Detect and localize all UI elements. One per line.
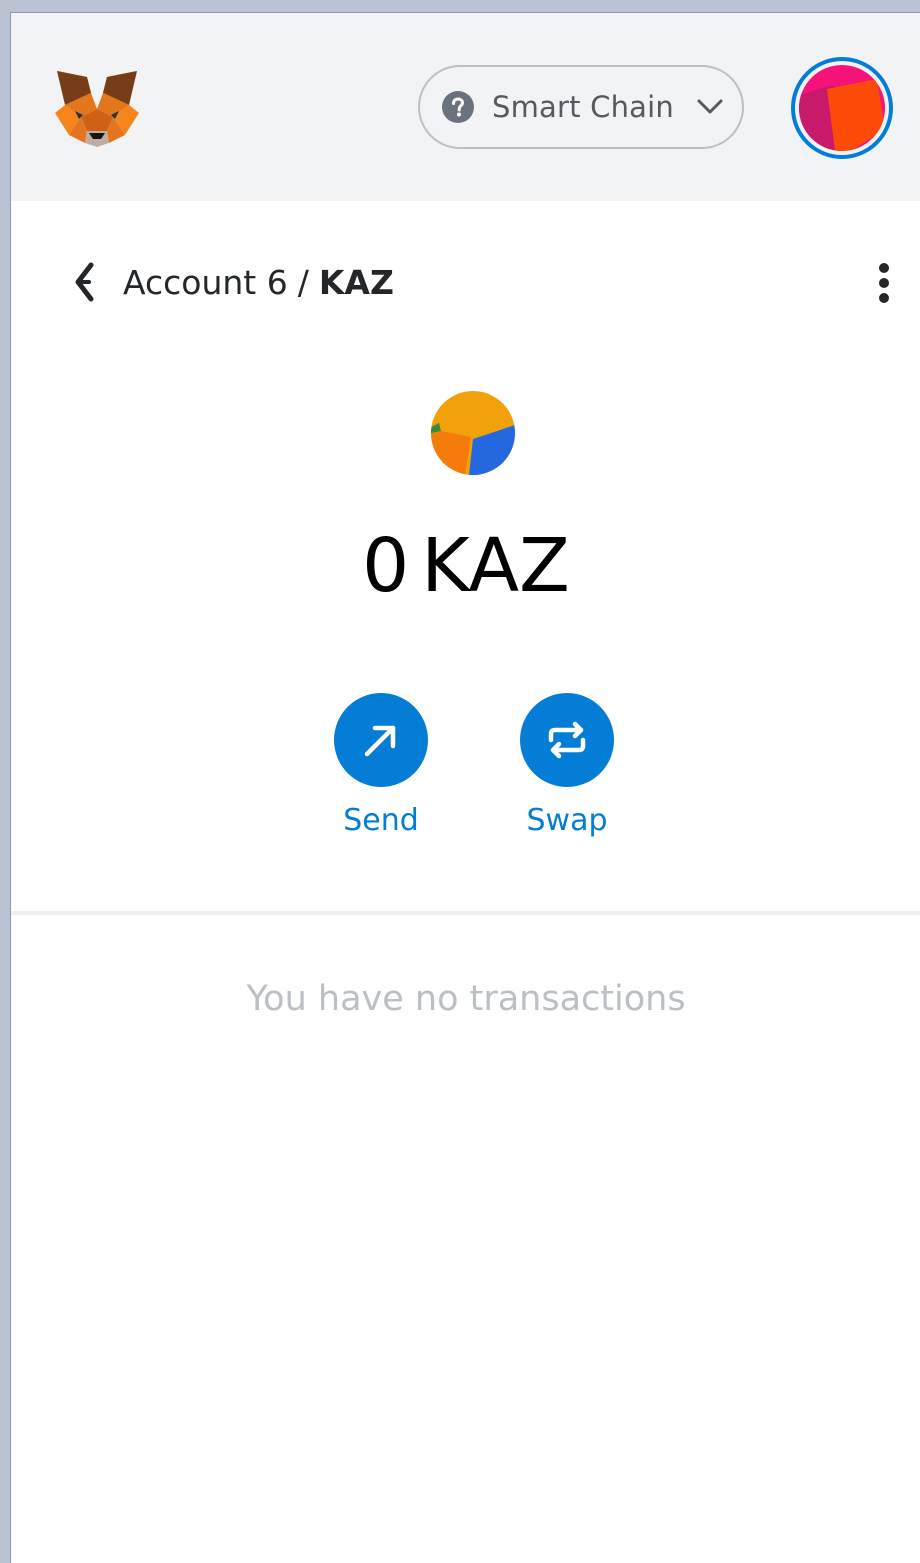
section-divider <box>11 911 920 915</box>
kebab-menu-icon[interactable] <box>869 261 899 305</box>
swap-icon-circle[interactable] <box>520 693 614 787</box>
token-identicon-icon <box>431 391 515 475</box>
app-header: Smart Chain <box>11 13 920 201</box>
identicon-avatar-icon <box>799 65 885 151</box>
send-label: Send <box>343 803 419 838</box>
no-transactions-message: You have no transactions <box>246 979 686 1019</box>
swap-arrows-icon <box>548 721 586 759</box>
balance-amount: 0 <box>362 523 410 609</box>
metamask-fox-icon[interactable] <box>51 65 143 151</box>
back-arrow-icon[interactable] <box>71 262 97 302</box>
network-label: Smart Chain <box>492 90 674 124</box>
send-arrow-icon <box>364 725 396 757</box>
breadcrumb-separator: / <box>297 262 309 302</box>
question-circle-icon <box>442 91 474 123</box>
swap-label: Swap <box>526 803 608 838</box>
chevron-down-icon <box>697 99 723 114</box>
breadcrumb-account: Account 6 <box>123 262 288 302</box>
send-button[interactable]: Send <box>311 693 451 838</box>
token-balance: 0 KAZ <box>11 523 920 609</box>
swap-button[interactable]: Swap <box>497 693 637 838</box>
breadcrumb[interactable]: Account 6 / KAZ <box>71 257 394 307</box>
network-selector[interactable]: Smart Chain <box>418 65 744 149</box>
wallet-window: Smart Chain Account 6 / KAZ 0 KAZ Send S… <box>10 12 920 1563</box>
breadcrumb-token: KAZ <box>318 262 394 302</box>
account-avatar[interactable] <box>791 57 893 159</box>
send-icon-circle[interactable] <box>334 693 428 787</box>
balance-symbol: KAZ <box>421 523 570 609</box>
